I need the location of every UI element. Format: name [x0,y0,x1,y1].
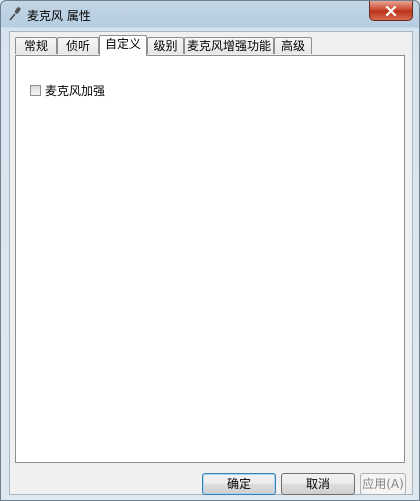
apply-button[interactable]: 应用(A) [360,473,406,495]
window-title: 麦克风 属性 [27,9,91,23]
tab-custom[interactable]: 自定义 [99,35,147,56]
mic-boost-checkbox[interactable] [30,85,41,96]
tab-listen[interactable]: 侦听 [57,37,99,54]
tab-levels[interactable]: 级别 [147,37,184,54]
tab-general[interactable]: 常规 [15,37,57,54]
tab-panel-custom: 麦克风加强 [15,55,405,463]
mic-boost-label: 麦克风加强 [45,84,106,98]
tab-enhancements[interactable]: 麦克风增强功能 [184,37,274,54]
tab-advanced[interactable]: 高级 [274,37,312,54]
cancel-button[interactable]: 取消 [281,473,355,495]
title-bar[interactable]: 麦克风 属性 [1,1,419,29]
microphone-icon [7,6,23,22]
ok-button[interactable]: 确定 [202,473,276,495]
close-button[interactable] [369,1,413,21]
close-icon [385,5,397,16]
mic-boost-option[interactable]: 麦克风加强 [30,82,105,99]
dialog-window: 麦克风 属性 常规 侦听 自定义 级别 麦克风增强功能 高级 麦克风加强 确定 … [0,0,420,501]
dialog-body: 常规 侦听 自定义 级别 麦克风增强功能 高级 麦克风加强 确定 取消 应用(A… [9,31,413,495]
